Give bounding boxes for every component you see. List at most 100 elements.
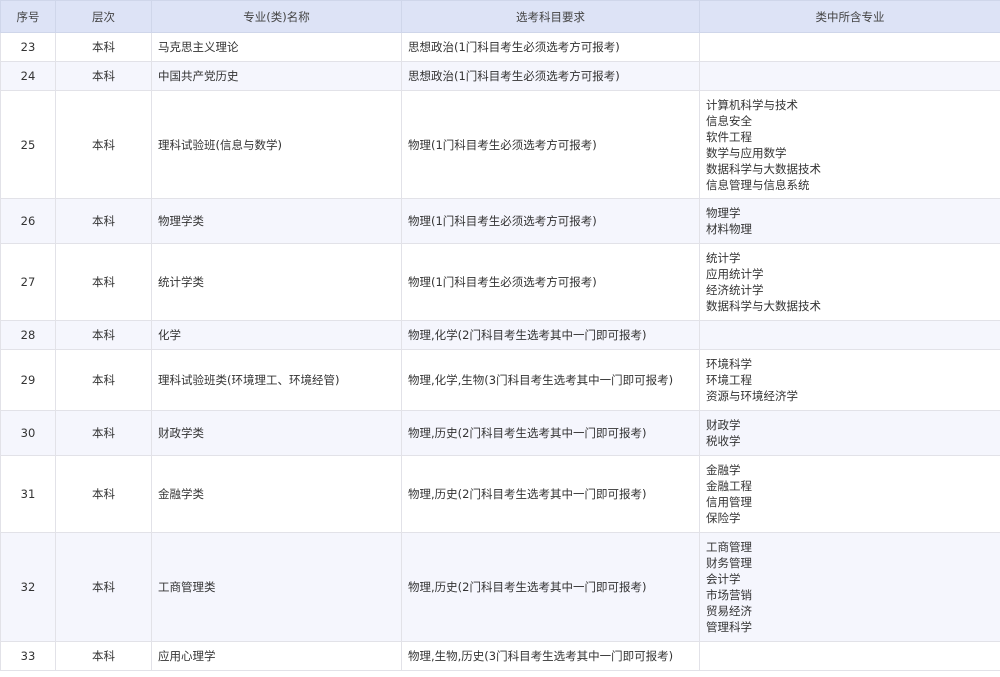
row-level: 本科: [55, 32, 152, 62]
majors-table: 序号 层次 专业(类)名称 选考科目要求 类中所含专业 23 本科 马克思主义理论思…: [0, 0, 1000, 671]
row-number: 25: [0, 90, 56, 199]
row-number: 31: [0, 455, 56, 533]
table-row: 30 本科 财政学类 物理,历史(2门科目考生选考其中一门即可报考) 财政学 税收学: [0, 410, 1000, 456]
header-majors: 类中所含专业: [699, 0, 1000, 33]
included-major: 市场营销: [706, 588, 752, 602]
included-major: 金融学: [706, 463, 741, 477]
row-requirement: 物理(1门科目考生必须选考方可报考): [401, 90, 700, 199]
row-major-name: 财政学类: [151, 410, 402, 456]
included-major: 会计学: [706, 572, 741, 586]
row-included-majors: [699, 61, 1000, 91]
row-included-majors: 财政学 税收学: [699, 410, 1000, 456]
row-requirement: 物理(1门科目考生必须选考方可报考): [401, 243, 700, 321]
row-level: 本科: [55, 349, 152, 411]
row-included-majors: [699, 320, 1000, 350]
header-no: 序号: [0, 0, 56, 33]
included-major: 资源与环境经济学: [706, 389, 798, 403]
row-included-majors: [699, 32, 1000, 62]
included-major: 数据科学与大数据技术: [706, 299, 821, 313]
row-level: 本科: [55, 243, 152, 321]
row-major-name: 工商管理类: [151, 532, 402, 642]
row-number: 27: [0, 243, 56, 321]
included-major: 应用统计学: [706, 267, 764, 281]
table-row: 27 本科 统计学类 物理(1门科目考生必须选考方可报考) 统计学 应用统计学 经济统计学数…: [0, 243, 1000, 321]
included-major: 数据科学与大数据技术: [706, 161, 821, 176]
row-requirement: 物理,历史(2门科目考生选考其中一门即可报考): [401, 410, 700, 456]
row-level: 本科: [55, 198, 152, 244]
row-major-name: 理科试验班类(环境理工、环境经管): [151, 349, 402, 411]
row-number: 33: [0, 641, 56, 671]
row-major-name: 物理学类: [151, 198, 402, 244]
table-body: 23 本科 马克思主义理论 思想政治(1门科目考生必须选考方可报考) 24 本科 中国共产党…: [0, 32, 1000, 671]
row-major-name: 应用心理学: [151, 641, 402, 671]
row-included-majors: 统计学应用统计学经济统计学数据科学与大数据技术: [699, 243, 1000, 321]
row-included-majors: [699, 641, 1000, 671]
table-row: 25 本科 理科试验班(信息与数学) 物理(1门科目考生必须选考方可报考) 计算机科学与…: [0, 90, 1000, 199]
table-row: 23 本科 马克思主义理论 思想政治(1门科目考生必须选考方可报考): [0, 32, 1000, 62]
row-requirement: 物理,化学(2门科目考生选考其中一门即可报考): [401, 320, 700, 350]
included-major: 工商管理: [706, 540, 752, 554]
table-row: 32 本科 工商管理类 物理,历史(2门科目考生选考其中一门即可报考) 工商管理 财务管理…: [0, 532, 1000, 642]
row-included-majors: 环境科学环境工程资源与环境经济学: [699, 349, 1000, 411]
row-included-majors: 金融学金融工程信用管理保险学: [699, 455, 1000, 533]
included-major: 环境工程: [706, 373, 752, 387]
row-number: 32: [0, 532, 56, 642]
row-number: 24: [0, 61, 56, 91]
included-major: 材料物理: [706, 222, 752, 236]
header-name: 专业(类)名称: [151, 0, 402, 33]
row-number: 26: [0, 198, 56, 244]
included-major: 财政学: [706, 418, 741, 432]
row-major-name: 金融学类: [151, 455, 402, 533]
row-level: 本科: [55, 455, 152, 533]
row-requirement: 思想政治(1门科目考生必须选考方可报考): [401, 61, 700, 91]
header-requirement: 选考科目要求: [401, 0, 700, 33]
row-level: 本科: [55, 532, 152, 642]
included-major: 税收学: [706, 434, 741, 448]
row-number: 29: [0, 349, 56, 411]
row-major-name: 理科试验班(信息与数学): [151, 90, 402, 199]
row-requirement: 物理,历史(2门科目考生选考其中一门即可报考): [401, 455, 700, 533]
row-number: 28: [0, 320, 56, 350]
row-requirement: 物理,化学,生物(3门科目考生选考其中一门即可报考): [401, 349, 700, 411]
table-row: 31 本科 金融学类 物理,历史(2门科目考生选考其中一门即可报考) 金融学 金融工程 信用…: [0, 455, 1000, 533]
row-major-name: 统计学类: [151, 243, 402, 321]
row-major-name: 化学: [151, 320, 402, 350]
included-major: 数学与应用数学: [706, 145, 787, 160]
included-major: 信息管理与信息系统: [706, 177, 810, 192]
row-major-name: 中国共产党历史: [151, 61, 402, 91]
row-level: 本科: [55, 90, 152, 199]
included-major: 管理科学: [706, 620, 752, 634]
header-row: 序号 层次 专业(类)名称 选考科目要求 类中所含专业: [0, 0, 1000, 33]
included-major: 计算机科学与技术: [706, 97, 798, 112]
included-major: 金融工程: [706, 479, 752, 493]
included-major: 信息安全: [706, 113, 752, 128]
row-level: 本科: [55, 410, 152, 456]
included-major: 信用管理: [706, 495, 752, 509]
included-major: 物理学: [706, 206, 741, 220]
included-major: 统计学: [706, 251, 741, 265]
table-row: 24 本科 中国共产党历史 思想政治(1门科目考生必须选考方可报考): [0, 61, 1000, 91]
header-level: 层次: [55, 0, 152, 33]
row-number: 23: [0, 32, 56, 62]
table-row: 28 本科 化学 物理,化学(2门科目考生选考其中一门即可报考): [0, 320, 1000, 350]
included-major: 经济统计学: [706, 283, 764, 297]
row-number: 30: [0, 410, 56, 456]
row-requirement: 思想政治(1门科目考生必须选考方可报考): [401, 32, 700, 62]
row-requirement: 物理(1门科目考生必须选考方可报考): [401, 198, 700, 244]
row-level: 本科: [55, 61, 152, 91]
table-row: 33 本科 应用心理学 物理,生物,历史(3门科目考生选考其中一门即可报考): [0, 641, 1000, 671]
table-row: 29 本科 理科试验班类(环境理工、环境经管) 物理,化学,生物(3门科目考生选考其中…: [0, 349, 1000, 411]
included-major: 财务管理: [706, 556, 752, 570]
included-major: 环境科学: [706, 357, 752, 371]
row-level: 本科: [55, 641, 152, 671]
table-row: 26 本科 物理学类 物理(1门科目考生必须选考方可报考) 物理学 材料物理: [0, 198, 1000, 244]
row-major-name: 马克思主义理论: [151, 32, 402, 62]
included-major: 贸易经济: [706, 604, 752, 618]
row-included-majors: 物理学 材料物理: [699, 198, 1000, 244]
row-requirement: 物理,历史(2门科目考生选考其中一门即可报考): [401, 532, 700, 642]
included-major: 保险学: [706, 511, 741, 525]
row-included-majors: 工商管理财务管理会计学市场营销贸易经济管理科学: [699, 532, 1000, 642]
row-requirement: 物理,生物,历史(3门科目考生选考其中一门即可报考): [401, 641, 700, 671]
row-included-majors: 计算机科学与技术 信息安全 软件工程 数学与应用数学 数据科学与大数据技术 信息管理与信息…: [699, 90, 1000, 199]
included-major: 软件工程: [706, 129, 752, 144]
